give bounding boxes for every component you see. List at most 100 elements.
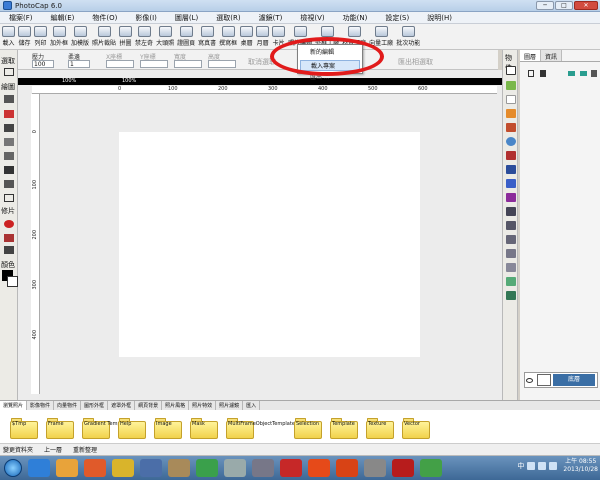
rect-select-icon[interactable] bbox=[4, 68, 14, 76]
folder-item[interactable]: Help bbox=[116, 414, 152, 442]
close-button[interactable]: ✕ bbox=[574, 1, 598, 10]
firefox-icon[interactable] bbox=[84, 459, 106, 477]
tab-graphic-frames[interactable]: 圖形外框 bbox=[81, 401, 109, 410]
toolbar-print-button[interactable]: 列印 bbox=[34, 24, 47, 49]
y-coord-input[interactable] bbox=[140, 60, 168, 68]
drawing-canvas[interactable] bbox=[119, 132, 420, 357]
menu-function[interactable]: 功能(N) bbox=[334, 13, 377, 23]
tab-layers[interactable]: 圖層 bbox=[520, 50, 542, 61]
swap-object-icon[interactable] bbox=[506, 277, 516, 286]
bubble-object-icon[interactable] bbox=[506, 137, 516, 146]
tab-web-backgrounds[interactable]: 網頁背景 bbox=[135, 401, 163, 410]
arrow-object-icon[interactable] bbox=[506, 263, 516, 272]
change-folder-button[interactable]: 變更資料夾 bbox=[0, 445, 41, 454]
tab-info[interactable]: 資訊 bbox=[541, 50, 563, 61]
folder-item[interactable]: MultiFrameObjectTemplate bbox=[224, 414, 295, 442]
toolbar-book-button[interactable]: 寫真書 bbox=[198, 24, 216, 49]
explorer-icon[interactable] bbox=[56, 459, 78, 477]
lamp-object-icon[interactable] bbox=[506, 193, 516, 202]
tab-mask-frames[interactable]: 遮罩外框 bbox=[108, 401, 136, 410]
toolbar-crop-button[interactable]: 照片裁貼 bbox=[92, 24, 116, 49]
toolbar-calendar-button[interactable]: 桌曆 bbox=[240, 24, 254, 49]
toolbar-frame-button[interactable]: 加外框 bbox=[50, 24, 68, 49]
menu-export-partial[interactable]: 匯出 ... bbox=[310, 72, 330, 81]
color-object-icon[interactable] bbox=[506, 291, 516, 300]
menu-select[interactable]: 選取(R) bbox=[207, 13, 249, 23]
image-object-icon[interactable] bbox=[506, 81, 516, 90]
shape-object-icon[interactable] bbox=[506, 151, 516, 160]
height-input[interactable] bbox=[208, 60, 236, 68]
toolbar-template-button[interactable]: 加模版 bbox=[71, 24, 89, 49]
photocap-icon[interactable] bbox=[168, 459, 190, 477]
tray-icon[interactable] bbox=[527, 462, 536, 470]
x-coord-input[interactable] bbox=[106, 60, 134, 68]
tab-photo-effects[interactable]: 照片特效 bbox=[189, 401, 217, 410]
toolbar-page-button[interactable]: 證圖頁 bbox=[177, 24, 195, 49]
gif-object-icon[interactable] bbox=[506, 179, 516, 188]
toolbar-save-button[interactable]: 儲存 bbox=[18, 24, 31, 49]
grid-object-icon[interactable] bbox=[506, 207, 516, 216]
menu-view[interactable]: 檢視(V) bbox=[291, 13, 333, 23]
ie-icon[interactable] bbox=[28, 459, 50, 477]
align-object-icon[interactable] bbox=[506, 221, 516, 230]
tab-vector-objects[interactable]: 向量物件 bbox=[54, 401, 82, 410]
tab-import[interactable]: 匯入 bbox=[243, 401, 261, 410]
red-eye-icon[interactable] bbox=[4, 220, 14, 228]
layer-option-icon[interactable] bbox=[568, 71, 575, 76]
line-icon[interactable] bbox=[4, 166, 14, 174]
pdf-icon-2[interactable] bbox=[308, 459, 330, 477]
layer-row[interactable]: 底層 bbox=[524, 372, 598, 388]
list-object-icon[interactable] bbox=[506, 235, 516, 244]
chrome-icon[interactable] bbox=[112, 459, 134, 477]
zoom-input-left[interactable]: 100% bbox=[62, 78, 76, 84]
menu-help[interactable]: 說明(H) bbox=[418, 13, 461, 23]
new-layer-icon[interactable] bbox=[528, 70, 534, 77]
volume-icon[interactable] bbox=[549, 462, 558, 470]
pressure-input[interactable]: 100 bbox=[32, 60, 54, 68]
eye-icon[interactable] bbox=[526, 378, 533, 383]
zoom-input-right[interactable]: 100% bbox=[122, 78, 136, 84]
folder-item[interactable]: Mask bbox=[188, 414, 224, 442]
delete-layer-icon[interactable] bbox=[540, 70, 546, 77]
abc-object-icon[interactable] bbox=[506, 95, 516, 104]
softedge-input[interactable]: 1 bbox=[68, 60, 90, 68]
menu-image[interactable]: 影像(I) bbox=[126, 13, 166, 23]
layer-option2-icon[interactable] bbox=[580, 71, 587, 76]
firefox-icon-2[interactable] bbox=[336, 459, 358, 477]
menu-settings[interactable]: 設定(S) bbox=[376, 13, 418, 23]
pdf-icon[interactable] bbox=[280, 459, 302, 477]
folder-item[interactable]: Vector bbox=[400, 414, 436, 442]
clipart-object-icon[interactable] bbox=[506, 109, 516, 118]
toolbar-open-button[interactable]: 載入 bbox=[2, 24, 15, 49]
toolbar-portrait-button[interactable]: 大頭照 bbox=[156, 24, 174, 49]
app-icon-4[interactable] bbox=[364, 459, 386, 477]
width-input[interactable] bbox=[174, 60, 202, 68]
stamp-icon[interactable] bbox=[4, 138, 14, 146]
folder-item[interactable]: Template bbox=[328, 414, 364, 442]
tab-photo-styles[interactable]: 照片風格 bbox=[162, 401, 190, 410]
clone-icon[interactable] bbox=[4, 246, 14, 254]
tab-photo-filters[interactable]: 照片濾鏡 bbox=[216, 401, 244, 410]
folder-item[interactable]: $Tmp bbox=[8, 414, 44, 442]
app-icon-5[interactable] bbox=[420, 459, 442, 477]
menu-file[interactable]: 檔案(F) bbox=[0, 13, 42, 23]
refresh-button[interactable]: 重新整理 bbox=[70, 445, 105, 454]
monitor-icon[interactable] bbox=[140, 459, 162, 477]
toolbar-card-button[interactable]: 卡片 bbox=[272, 24, 286, 49]
tab-browse-photos[interactable]: 瀏覽照片 bbox=[0, 401, 28, 410]
pen-icon[interactable] bbox=[4, 124, 14, 132]
background-color-swatch[interactable] bbox=[7, 276, 18, 287]
up-level-button[interactable]: 上一層 bbox=[41, 445, 70, 454]
text-object-icon[interactable] bbox=[506, 66, 516, 75]
layer-more-icon[interactable] bbox=[591, 70, 597, 77]
cancel-selection-button[interactable]: 取消選取 bbox=[248, 57, 276, 67]
toolbar-batch-button[interactable]: 批次功能 bbox=[396, 24, 420, 49]
maximize-button[interactable]: □ bbox=[555, 1, 573, 10]
sticker-object-icon[interactable] bbox=[506, 123, 516, 132]
menu-new-edit[interactable]: 新的編輯 bbox=[300, 47, 360, 58]
hand-icon[interactable] bbox=[4, 152, 14, 160]
eraser-icon[interactable] bbox=[4, 110, 14, 118]
folder-item[interactable]: Image bbox=[152, 414, 188, 442]
toolbar-write-button[interactable]: 撰寫框 bbox=[219, 24, 237, 49]
folder-item[interactable]: Selection bbox=[292, 414, 328, 442]
